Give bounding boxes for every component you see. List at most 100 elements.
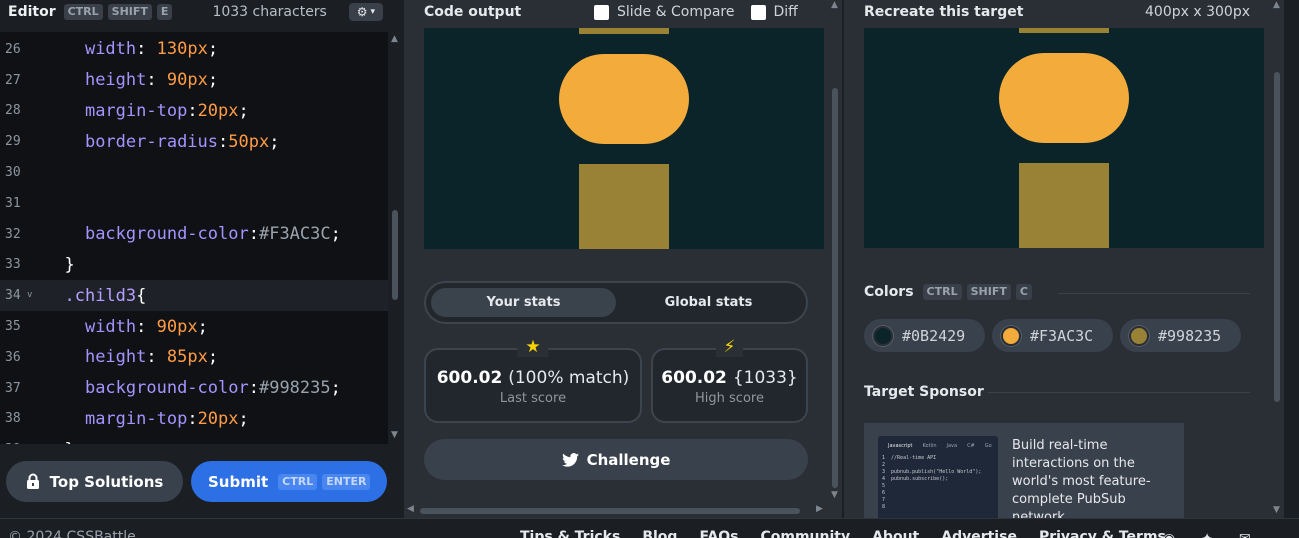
target-dimensions: 400px x 300px (1145, 4, 1250, 20)
submit-button[interactable]: Submit CTRL ENTER (191, 461, 387, 502)
sponsor-divider (988, 392, 1250, 393)
editor-panel: Editor CTRL SHIFT E 1033 characters ⚙ ▾ … (0, 0, 403, 518)
code-line[interactable]: 28 margin-top:20px; (0, 96, 388, 127)
sponsor-text[interactable]: Build real-time interactions on the worl… (1012, 437, 1172, 518)
code-line[interactable]: 27 height: 90px; (0, 65, 388, 96)
code-line[interactable]: v 34 .child3{ (0, 280, 388, 312)
output-hscrollbar[interactable]: ◀ ▶ (404, 503, 828, 518)
twitter-icon[interactable]: ✦ (1201, 531, 1213, 538)
code-line[interactable]: 31 (0, 188, 388, 219)
line-number: 27 (5, 72, 21, 88)
target-vscroll-thumb[interactable] (1274, 72, 1280, 402)
diff-checkbox[interactable] (750, 4, 766, 20)
sponsor-image-code: 1 //Real-time API 2 3 pubnub.publish("He… (882, 455, 982, 510)
child2-shape (559, 54, 689, 144)
tab-global-stats[interactable]: Global stats (616, 288, 801, 317)
footer-link-privacy[interactable]: Privacy & Terms (1039, 529, 1166, 538)
footer-link-about[interactable]: About (872, 529, 919, 538)
challenge-label: Challenge (586, 450, 671, 469)
editor-scrollbar-thumb[interactable] (392, 210, 398, 300)
output-vscrollbar[interactable]: ▲ ▼ (828, 0, 842, 503)
child1-shape (579, 28, 669, 34)
code-line[interactable]: 29 border-radius:50px; (0, 126, 388, 157)
target-panel: Recreate this target 400px x 300px Color… (844, 0, 1284, 518)
output-vscroll-thumb[interactable] (832, 88, 838, 488)
challenge-button[interactable]: Challenge (424, 439, 808, 480)
editor-scrollbar[interactable]: ▲ ▼ (388, 32, 403, 444)
sponsor-heading: Target Sponsor (864, 384, 984, 400)
scroll-up-icon[interactable]: ▲ (391, 34, 398, 44)
lock-icon (26, 473, 39, 489)
color-swatch-3[interactable]: #998235 (1120, 319, 1241, 352)
scroll-down-icon[interactable]: ▼ (831, 490, 838, 500)
line-number: 28 (5, 103, 21, 119)
tab-your-stats[interactable]: Your stats (431, 288, 616, 317)
code-text: .child3{ (64, 285, 147, 306)
scroll-right-icon[interactable]: ▶ (816, 504, 823, 514)
fold-chevron-icon[interactable]: v (27, 290, 32, 300)
code-line[interactable]: 36 height: 85px; (0, 342, 388, 373)
sponsor-tab: C# (967, 443, 975, 449)
colors-divider (1058, 293, 1250, 294)
line-number: 31 (5, 195, 21, 211)
stats-toggle: Your stats Global stats (424, 281, 808, 324)
line-number: 26 (5, 41, 21, 57)
line-number: 35 (5, 319, 21, 335)
scroll-left-icon[interactable]: ◀ (407, 504, 414, 514)
code-text: width: 130px; (84, 39, 219, 60)
code-line[interactable]: 26 width: 130px; (0, 34, 388, 65)
code-editor[interactable]: 26 width: 130px; 27 height: 90px; 28 margi… (0, 32, 388, 444)
code-line[interactable]: 33 } (0, 250, 388, 281)
last-score-card: ★ 600.02 (100% match) Last score (424, 337, 642, 423)
footer-link-tips[interactable]: Tips & Tricks (520, 529, 620, 538)
code-line[interactable]: 35 width: 90px; (0, 311, 388, 342)
kbd-shift: SHIFT (107, 4, 152, 20)
output-hscroll-thumb[interactable] (420, 508, 800, 514)
target-vscrollbar[interactable]: ▲ ▼ (1270, 0, 1284, 518)
child3-shape (579, 164, 669, 249)
scroll-down-icon[interactable]: ▼ (391, 430, 398, 440)
code-line[interactable]: 39 } (0, 434, 388, 444)
sponsor-tab: Kotlin (922, 443, 937, 449)
high-score-chars: {1033} (732, 368, 798, 388)
color-swatch-1[interactable]: #0B2429 (864, 319, 985, 352)
color-dot-3 (1129, 325, 1149, 346)
editor-settings-button[interactable]: ⚙ ▾ (348, 3, 383, 21)
diff-toggle[interactable]: Diff (750, 4, 798, 20)
sponsor-tab: Javascript (888, 443, 913, 449)
top-solutions-button[interactable]: Top Solutions (6, 461, 183, 502)
high-score: 600.02 {1033} (653, 368, 806, 388)
mail-icon[interactable]: ✉ (1239, 531, 1251, 538)
line-number: 33 (5, 257, 21, 273)
footer-link-advertise[interactable]: Advertise (941, 529, 1017, 538)
code-line[interactable]: 38 margin-top:20px; (0, 404, 388, 435)
output-panel: Code output Slide & Compare Diff Your st… (404, 0, 842, 518)
scroll-up-icon[interactable]: ▲ (831, 0, 838, 10)
code-text: width: 90px; (84, 316, 208, 337)
app: Editor CTRL SHIFT E 1033 characters ⚙ ▾ … (0, 0, 1299, 538)
slide-compare-checkbox[interactable] (594, 4, 609, 20)
last-score-match: (100% match) (508, 368, 630, 388)
footer-link-blog[interactable]: Blog (642, 529, 677, 538)
sponsor-image: Javascript Kotlin Java C# Go 1 //Real-ti… (878, 436, 998, 518)
footer-link-community[interactable]: Community (760, 529, 850, 538)
colors-title: Colors (864, 284, 914, 300)
discord-icon[interactable]: ◉ (1163, 531, 1175, 538)
line-number: 32 (5, 226, 21, 242)
slide-compare-toggle[interactable]: Slide & Compare (594, 4, 735, 20)
diff-label: Diff (773, 4, 798, 20)
code-line[interactable]: 32 background-color:#F3AC3C; (0, 219, 388, 250)
code-text: margin-top:20px; (84, 100, 249, 121)
code-line[interactable]: 37 background-color:#998235; (0, 373, 388, 404)
kbd-c-colors: C (1015, 284, 1032, 300)
high-score-label: High score (695, 391, 764, 406)
scroll-up-icon[interactable]: ▲ (1273, 0, 1280, 10)
footer-link-faqs[interactable]: FAQs (699, 529, 738, 538)
copyright: © 2024 CSSBattle (8, 529, 136, 538)
sponsor-card[interactable]: Javascript Kotlin Java C# Go 1 //Real-ti… (864, 423, 1184, 518)
output-canvas[interactable] (424, 28, 824, 249)
color-swatch-2[interactable]: #F3AC3C (992, 319, 1113, 352)
code-line[interactable]: 30 (0, 157, 388, 188)
scroll-down-icon[interactable]: ▼ (1273, 505, 1280, 515)
chevron-down-icon: ▾ (370, 7, 375, 17)
